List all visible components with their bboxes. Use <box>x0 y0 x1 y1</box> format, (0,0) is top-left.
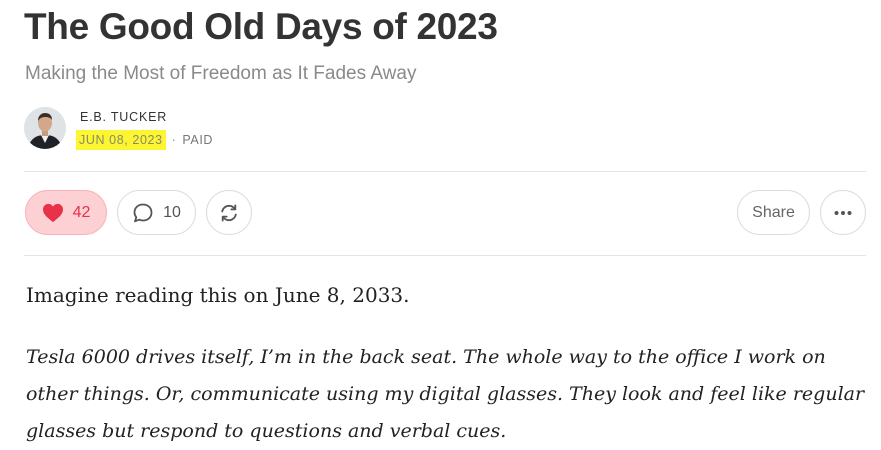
speech-bubble-icon <box>132 202 154 224</box>
author-name[interactable]: E.B. TUCKER <box>80 110 167 124</box>
divider-bottom <box>24 255 866 256</box>
heart-icon <box>42 203 64 223</box>
share-button[interactable]: Share <box>737 190 810 235</box>
access-badge: PAID <box>182 132 214 147</box>
divider-top <box>24 171 866 172</box>
restack-button[interactable] <box>206 190 252 235</box>
like-button[interactable]: 42 <box>25 190 107 235</box>
restack-icon <box>218 202 240 224</box>
publish-date: JUN 08, 2023 <box>76 129 166 150</box>
post-meta: JUN 08, 2023 · PAID <box>76 127 213 152</box>
more-options-button[interactable] <box>820 190 866 235</box>
author-avatar[interactable] <box>24 107 66 149</box>
body-paragraph: Tesla 6000 drives itself, I’m in the bac… <box>26 346 865 442</box>
comment-count: 10 <box>163 203 181 221</box>
like-count: 42 <box>72 203 91 221</box>
author-photo-icon <box>24 107 66 149</box>
ellipsis-icon <box>833 210 853 216</box>
post-title: The Good Old Days of 2023 <box>24 6 498 47</box>
meta-separator: · <box>171 132 177 147</box>
comment-button[interactable]: 10 <box>117 190 196 235</box>
body-paragraph: Imagine reading this on June 8, 2033. <box>26 283 410 307</box>
post-subtitle: Making the Most of Freedom as It Fades A… <box>25 63 417 84</box>
